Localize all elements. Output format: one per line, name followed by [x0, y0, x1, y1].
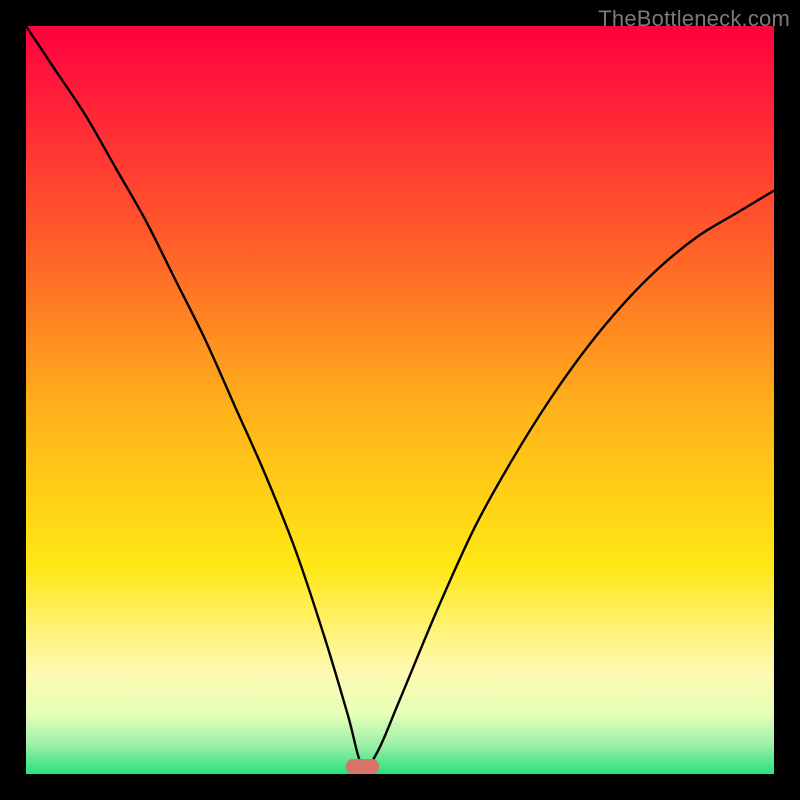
chart-frame: TheBottleneck.com	[0, 0, 800, 800]
watermark-text: TheBottleneck.com	[598, 6, 790, 32]
optimum-marker-icon	[346, 759, 380, 773]
gradient-background	[26, 26, 774, 774]
plot-svg	[26, 26, 774, 774]
plot-area	[26, 26, 774, 774]
